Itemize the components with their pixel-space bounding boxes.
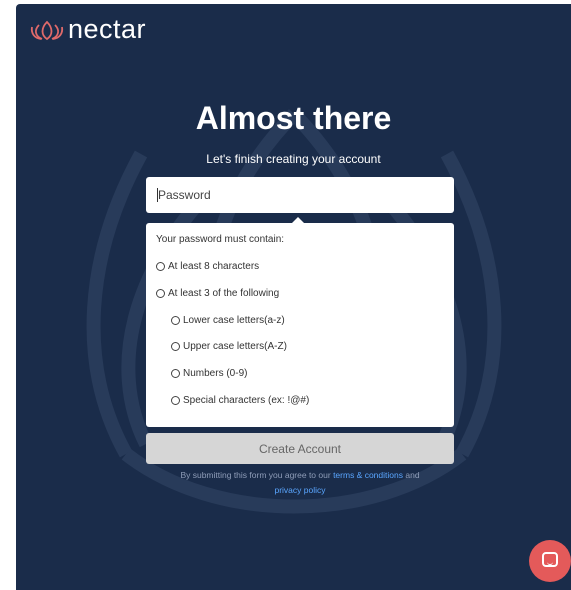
requirement-label: Special characters (ex: !@#) [183, 395, 310, 406]
privacy-policy-link[interactable]: privacy policy [274, 485, 325, 495]
legal-notice: By submitting this form you agree to our… [146, 468, 454, 498]
requirement-label: Numbers (0-9) [183, 368, 248, 379]
requirement-numbers: Numbers (0-9) [171, 368, 247, 379]
page-title: Almost there [195, 100, 392, 136]
chat-launcher-button[interactable] [529, 540, 571, 582]
unchecked-circle-icon [171, 369, 180, 378]
unchecked-circle-icon [171, 342, 180, 351]
brand-name: nectar [68, 14, 147, 44]
requirement-label: At least 3 of the following [168, 288, 280, 299]
unchecked-circle-icon [171, 316, 180, 325]
requirement-min-length: At least 8 characters [156, 261, 259, 272]
requirement-label: Upper case letters(A-Z) [183, 341, 287, 352]
requirement-special-chars: Special characters (ex: !@#) [171, 395, 309, 406]
requirements-title: Your password must contain: [156, 234, 285, 245]
unchecked-circle-icon [156, 289, 165, 298]
requirement-three-of-following: At least 3 of the following [156, 288, 279, 299]
unchecked-circle-icon [171, 396, 180, 405]
unchecked-circle-icon [156, 262, 165, 271]
signup-panel: nectar Almost there Let's finish creatin… [16, 4, 571, 590]
legal-prefix: By submitting this form you agree to our [180, 470, 331, 480]
requirement-lowercase: Lower case letters(a-z) [171, 315, 285, 326]
text-cursor [157, 188, 158, 202]
requirement-label: At least 8 characters [168, 261, 260, 272]
create-account-button[interactable]: Create Account [146, 433, 454, 464]
password-requirements-popover: Your password must contain: At least 8 c… [146, 217, 454, 427]
terms-conditions-link[interactable]: terms & conditions [333, 470, 403, 480]
page-subtitle: Let's finish creating your account [206, 152, 381, 166]
requirement-uppercase: Upper case letters(A-Z) [171, 341, 287, 352]
requirement-label: Lower case letters(a-z) [183, 315, 285, 326]
password-input[interactable] [146, 177, 454, 213]
chat-bubble-icon [542, 552, 558, 567]
legal-joiner: and [405, 470, 420, 480]
nectar-logo[interactable]: nectar [30, 16, 146, 43]
lotus-logo-icon [30, 20, 64, 40]
